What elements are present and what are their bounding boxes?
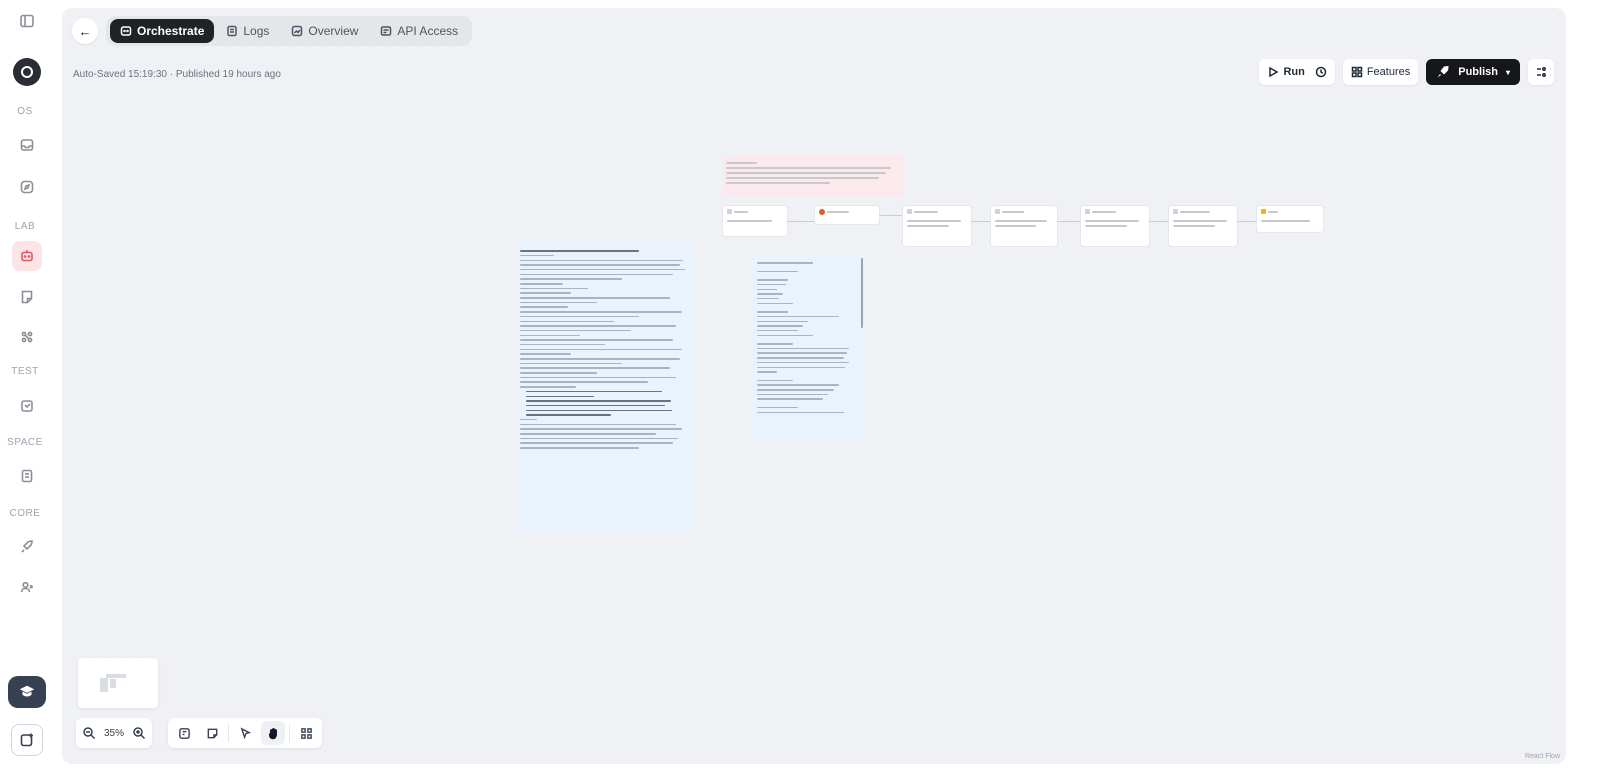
inbox-icon[interactable] (12, 130, 42, 160)
rail-section-space: SPACE (7, 437, 43, 448)
run-label: Run (1283, 66, 1305, 78)
llm-node-2[interactable] (991, 206, 1057, 246)
orchestrate-icon (120, 26, 132, 36)
compass-icon[interactable] (12, 172, 42, 202)
book-icon[interactable] (12, 461, 42, 491)
organize-icon (300, 727, 312, 739)
flow-edge (1237, 221, 1257, 222)
flow-edge (1057, 221, 1081, 222)
add-block-icon (178, 727, 190, 739)
tab-orchestrate[interactable]: Orchestrate (110, 19, 215, 43)
end-icon (1261, 209, 1266, 214)
canvas-tools (168, 718, 322, 748)
nodes-icon[interactable] (12, 322, 42, 352)
tab-logs[interactable]: Logs (216, 19, 279, 43)
rocket-icon[interactable] (12, 532, 42, 562)
users-icon[interactable] (12, 572, 42, 602)
llm-icon (995, 209, 1000, 214)
settings-list-button[interactable] (1528, 59, 1554, 85)
system-note[interactable] (723, 156, 903, 196)
grid-icon (1351, 66, 1363, 78)
view-tabs: Orchestrate Logs Overview API Access (106, 16, 473, 46)
bot-icon[interactable] (12, 241, 42, 271)
new-chat-icon[interactable] (11, 724, 43, 756)
hand-icon (268, 727, 277, 739)
llm-icon (1173, 209, 1178, 214)
scrollbar[interactable] (861, 258, 863, 328)
top-right-toolbar: Run Features Publish ▾ (1259, 59, 1554, 85)
divider (289, 724, 290, 742)
start-icon (727, 209, 732, 214)
zoom-level[interactable]: 35% (104, 728, 124, 739)
start-node[interactable] (723, 206, 787, 236)
publish-button[interactable]: Publish ▾ (1426, 59, 1520, 85)
llm-node-1[interactable] (903, 206, 971, 246)
flow-edge (787, 221, 815, 222)
overview-icon (292, 25, 303, 37)
note-icon (207, 728, 217, 738)
tab-label: API Access (397, 24, 459, 38)
list-settings-icon (1537, 67, 1546, 77)
pointer-icon (240, 726, 251, 739)
tab-label: Overview (308, 24, 359, 38)
react-flow-attribution[interactable]: React Flow (1525, 753, 1560, 760)
rail-section-os: OS (17, 106, 33, 117)
features-button[interactable]: Features (1342, 59, 1419, 85)
llm-node-4[interactable] (1169, 206, 1237, 246)
add-block-button[interactable] (172, 721, 196, 745)
rail-section-lab: LAB (14, 221, 36, 232)
api-icon (381, 26, 392, 36)
organize-button[interactable] (294, 721, 318, 745)
flask-icon[interactable] (12, 391, 42, 421)
minimap[interactable] (78, 658, 158, 708)
features-label: Features (1366, 66, 1411, 78)
end-node[interactable] (1257, 206, 1323, 232)
run-button[interactable]: Run (1267, 66, 1305, 78)
llm-node-3[interactable] (1081, 206, 1149, 246)
divider (228, 724, 229, 742)
llm-icon (1085, 209, 1090, 214)
rail-section-test: TEST (11, 366, 39, 377)
left-rail: OS LAB TEST SPACE CORE (0, 0, 56, 784)
zoom-in-icon[interactable] (132, 726, 146, 740)
tab-label: Logs (243, 24, 270, 38)
tab-overview[interactable]: Overview (281, 19, 368, 43)
add-note-button[interactable] (200, 721, 224, 745)
flow-edge (1149, 221, 1169, 222)
panel-left-icon[interactable] (12, 6, 42, 36)
tab-api-access[interactable]: API Access (370, 19, 468, 43)
publish-label: Publish (1458, 66, 1498, 78)
flow-edge (971, 221, 991, 222)
logs-icon (227, 25, 238, 37)
workflow-canvas[interactable]: ← Orchestrate Logs Overview API Access A… (62, 8, 1566, 764)
arrow-left-icon: ← (78, 23, 92, 39)
chevron-down-icon: ▾ (1505, 67, 1510, 77)
tab-label: Orchestrate (137, 24, 205, 38)
hand-tool[interactable] (261, 721, 285, 745)
zoom-controls: 35% (76, 718, 153, 748)
rocket-icon (1437, 66, 1449, 78)
flow-edge (879, 215, 903, 216)
agent-icon (819, 209, 825, 215)
learning-icon[interactable] (8, 676, 46, 708)
pointer-tool[interactable] (233, 721, 257, 745)
play-icon (1269, 66, 1279, 78)
agent-node[interactable] (815, 206, 879, 224)
llm-icon (907, 209, 912, 214)
app-logo[interactable] (13, 58, 41, 86)
back-button[interactable]: ← (72, 18, 98, 44)
history-icon[interactable] (1315, 66, 1327, 78)
note-icon[interactable] (12, 282, 42, 312)
run-group: Run (1259, 59, 1335, 85)
prompt-note-panel[interactable] (515, 242, 695, 532)
rail-section-core: CORE (9, 508, 41, 519)
autosave-status: Auto-Saved 15:19:30 · Published 19 hours… (73, 69, 281, 80)
output-note-panel[interactable] (752, 254, 864, 442)
zoom-out-icon[interactable] (82, 726, 96, 740)
